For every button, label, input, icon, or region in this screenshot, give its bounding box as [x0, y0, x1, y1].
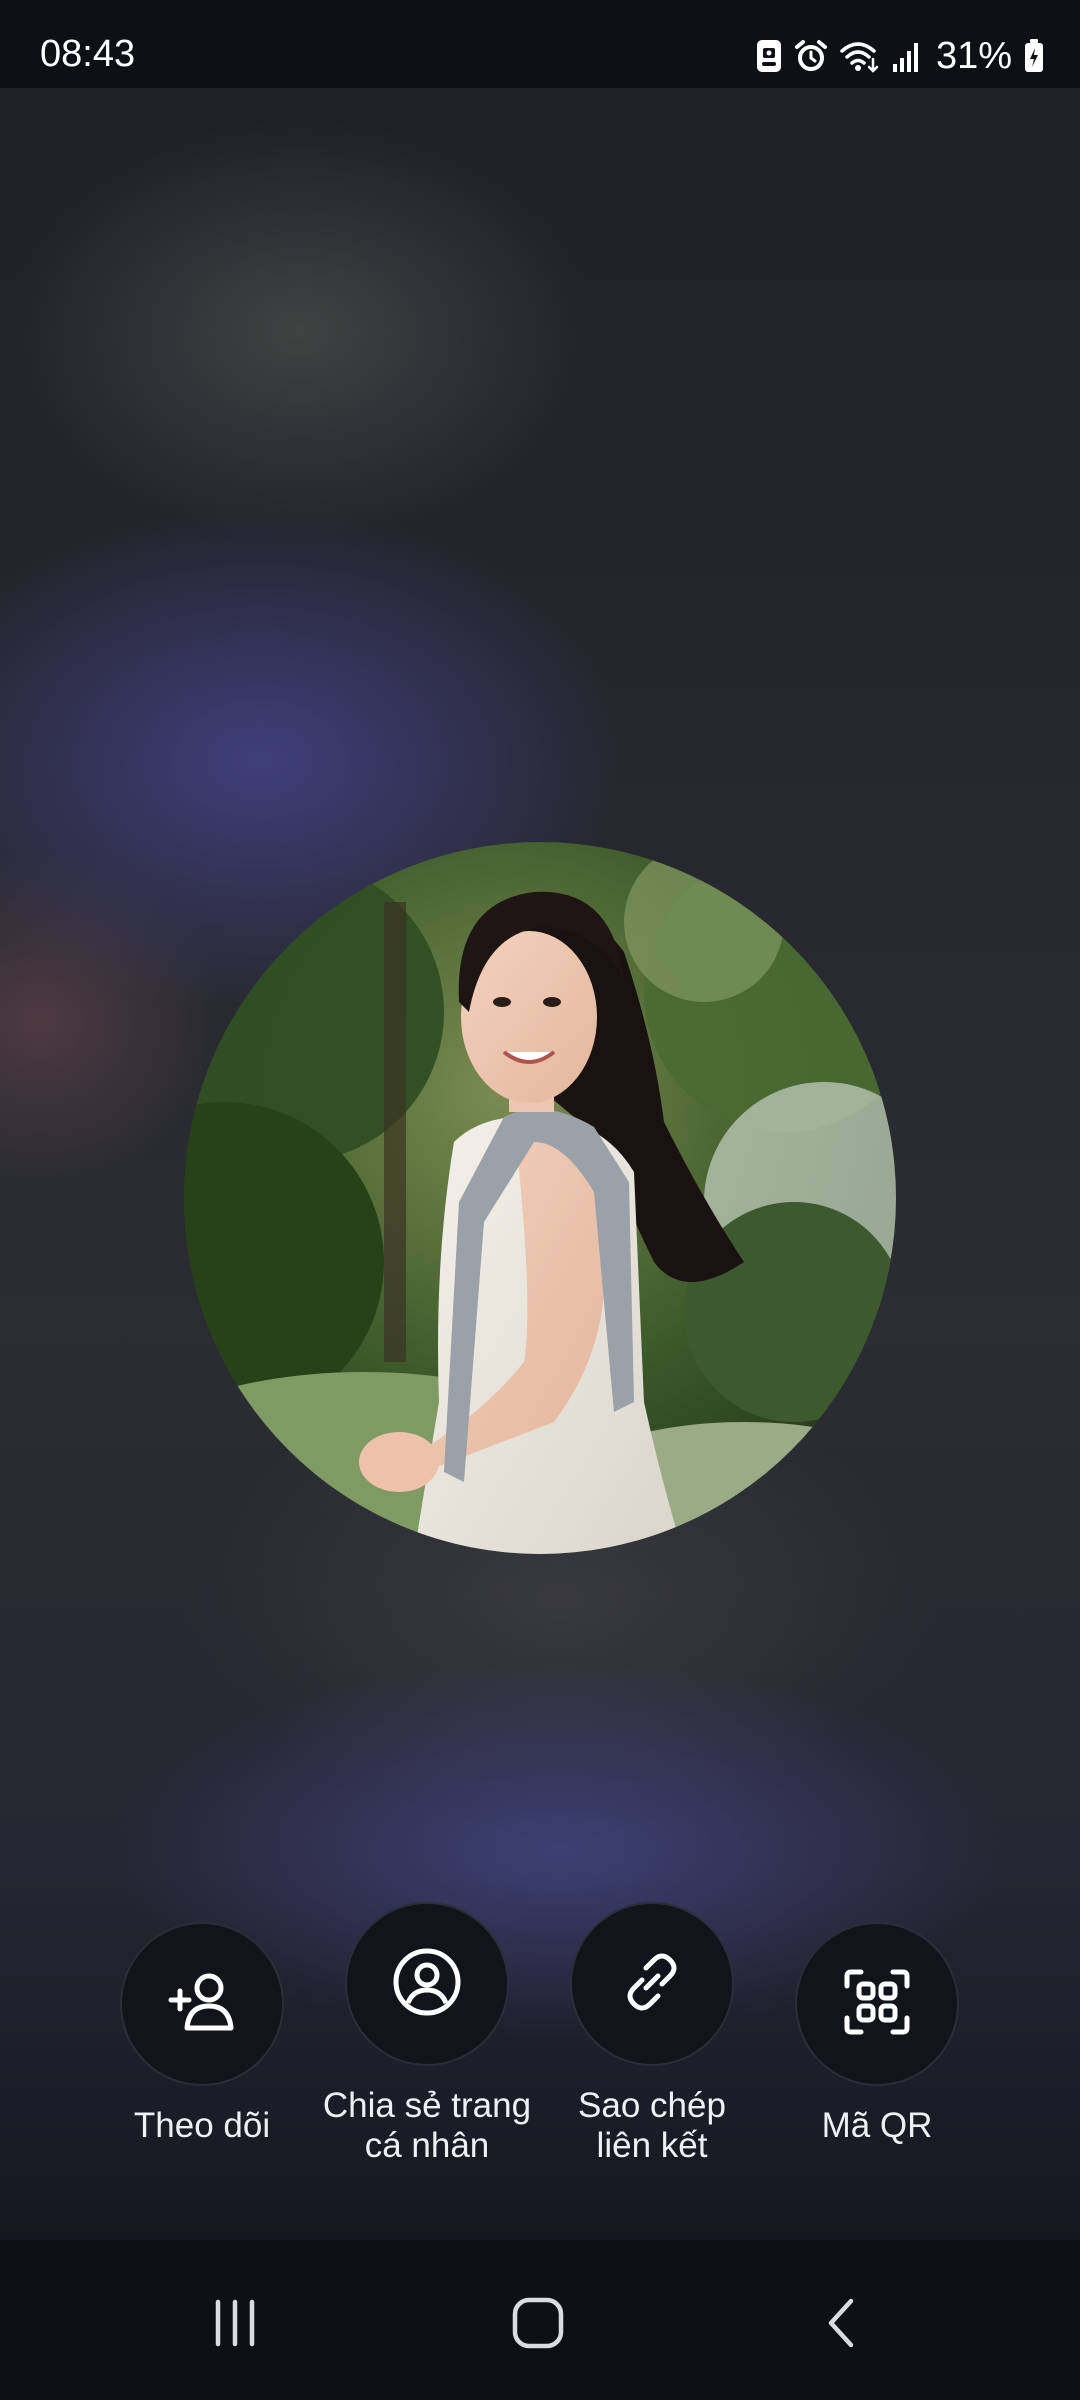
wifi-icon — [840, 39, 880, 73]
qr-code-icon — [841, 1966, 913, 2043]
screenshot-notification-icon — [756, 39, 782, 73]
recent-apps-icon — [210, 2298, 260, 2353]
status-icons: 31% — [756, 36, 1044, 76]
profile-avatar — [184, 842, 896, 1554]
qr-code-button[interactable] — [795, 1922, 959, 2086]
alarm-icon — [794, 39, 828, 73]
profile-share-icon — [391, 1946, 463, 2023]
battery-percent: 31% — [935, 35, 1012, 77]
battery-charging-icon — [1024, 39, 1044, 73]
follow-button[interactable] — [120, 1922, 284, 2086]
copy-link-label: Sao chép liên kết — [578, 2086, 726, 2165]
follow-user-icon — [167, 1970, 237, 2039]
link-icon — [616, 1946, 688, 2023]
back-button[interactable] — [796, 2290, 886, 2360]
follow-label: Theo dõi — [133, 2106, 271, 2145]
profile-photo — [184, 842, 896, 1554]
signal-icon — [892, 40, 922, 72]
home-button[interactable] — [493, 2290, 583, 2360]
status-time: 08:43 — [40, 33, 136, 75]
back-icon — [821, 2296, 861, 2355]
qr-code-label: Mã QR — [821, 2106, 933, 2145]
home-icon — [511, 2296, 565, 2355]
share-profile-label: Chia sẻ trang cá nhân — [322, 2086, 532, 2165]
share-profile-button[interactable] — [345, 1902, 509, 2066]
recent-apps-button[interactable] — [190, 2290, 280, 2360]
status-bar: 08:43 31% — [0, 0, 1080, 88]
copy-link-button[interactable] — [570, 1902, 734, 2066]
